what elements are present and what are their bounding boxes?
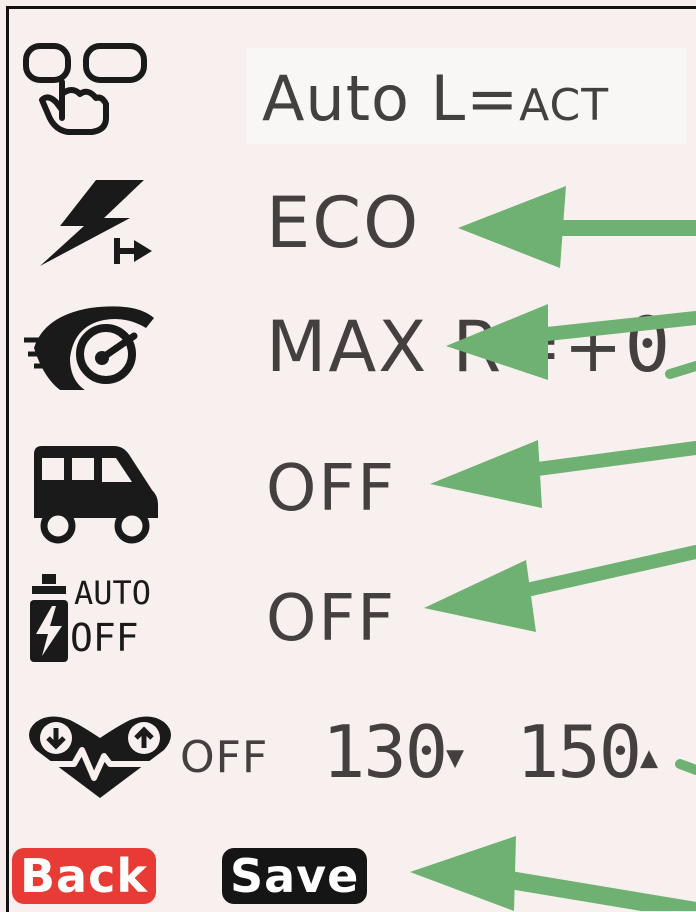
annotation-arrowhead-auto-off — [424, 560, 536, 632]
annotation-arrowhead-vehicle — [430, 440, 542, 508]
annotation-arrowhead-eco — [458, 186, 566, 268]
annotation-arrow-save — [501, 871, 696, 911]
annotation-arrows — [410, 186, 696, 911]
annotation-arrowhead-save — [410, 836, 516, 911]
annotation-arrowhead-regen — [446, 304, 548, 380]
annotation-arrow-regen-2 — [665, 361, 696, 379]
annotation-arrow-heart-rate — [675, 759, 696, 775]
